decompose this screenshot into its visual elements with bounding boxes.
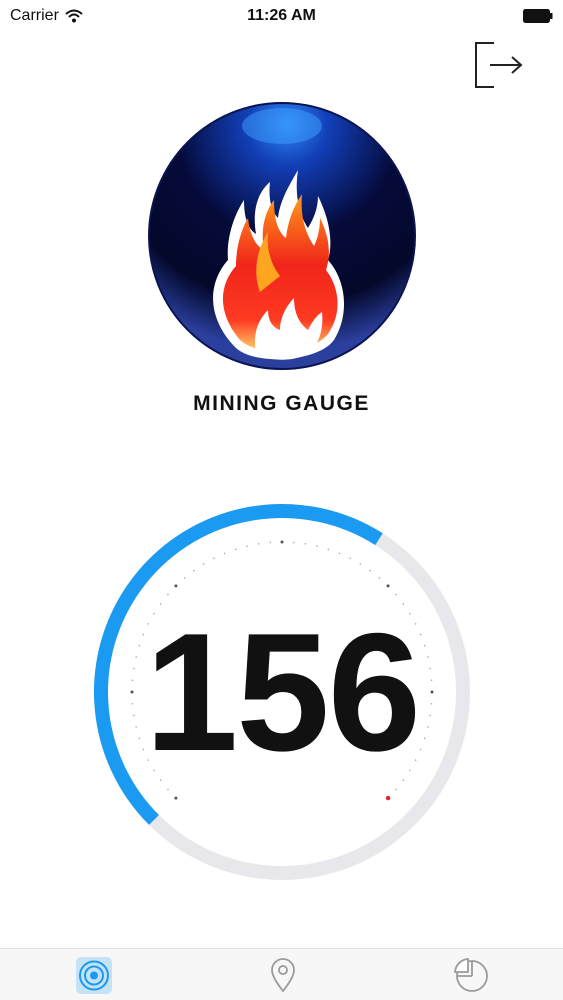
gauge-tick xyxy=(378,577,381,579)
gauge-tick xyxy=(338,552,341,555)
app-title: MINING GAUGE xyxy=(193,392,370,415)
tab-stats[interactable] xyxy=(450,955,494,997)
gauge-tick xyxy=(280,540,284,544)
status-time: 11:26 AM xyxy=(247,7,316,24)
gauge-value: 156 xyxy=(144,598,421,786)
gauge-tick xyxy=(269,541,272,544)
gauge-tick xyxy=(234,548,237,551)
status-bar: Carrier 11:26 AM xyxy=(0,0,563,34)
gauge-tick xyxy=(213,557,215,560)
gauge-tick xyxy=(292,541,295,544)
logout-icon xyxy=(475,42,523,88)
gauge-tick xyxy=(386,584,390,588)
gauge-tick xyxy=(174,796,178,800)
gauge-icon xyxy=(76,957,112,994)
gauge-tick xyxy=(304,543,307,545)
gauge-tick xyxy=(349,557,351,560)
gauge-tick xyxy=(223,552,226,555)
flame-logo xyxy=(148,102,416,370)
gauge-tick xyxy=(316,545,318,547)
gauge-tick xyxy=(257,543,260,545)
logout-button[interactable] xyxy=(470,38,526,92)
battery-icon xyxy=(523,9,553,23)
tab-location[interactable] xyxy=(261,955,305,997)
gauge-tick xyxy=(174,584,178,588)
gauge-tick xyxy=(193,569,195,572)
gauge-tick xyxy=(395,593,397,596)
gauge-tick xyxy=(369,569,371,572)
gauge-tick xyxy=(327,548,330,551)
gauge-tick xyxy=(395,788,397,791)
tab-gauge[interactable] xyxy=(72,955,116,997)
location-pin-icon xyxy=(271,958,295,993)
tab-bar xyxy=(0,948,563,1000)
gauge-tick xyxy=(359,563,362,565)
gauge-tick xyxy=(202,563,205,565)
pie-chart-icon xyxy=(454,958,488,992)
gauge-marker xyxy=(385,795,391,801)
gauge-tick xyxy=(167,593,169,596)
gauge-tick xyxy=(167,788,169,791)
gauge-tick xyxy=(246,545,248,547)
gauge-tick xyxy=(183,577,186,579)
